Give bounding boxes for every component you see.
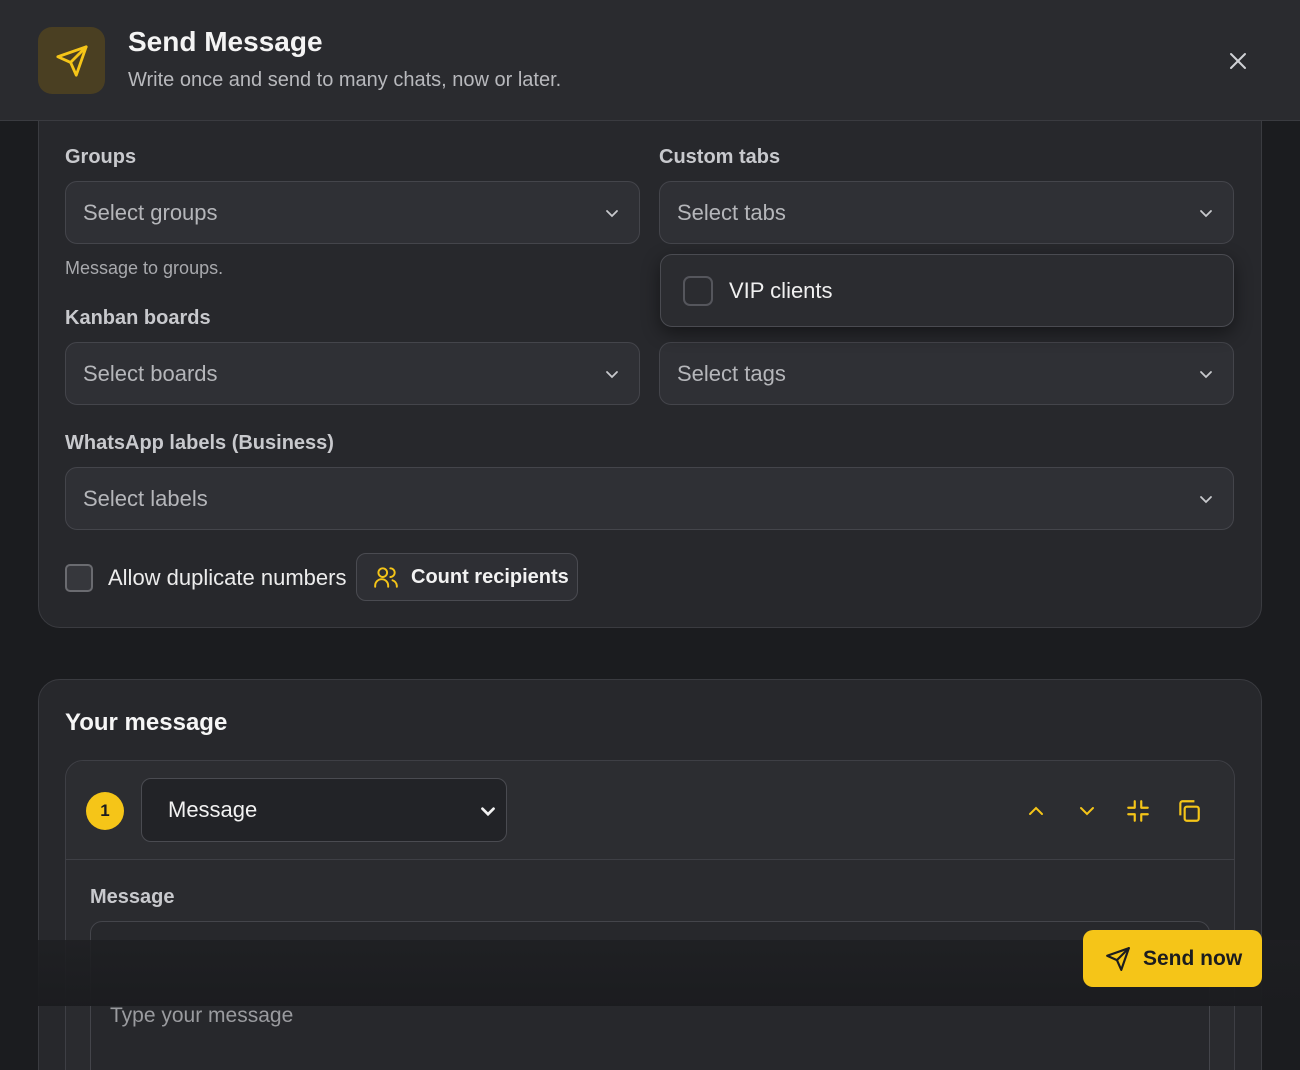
send-icon-box <box>38 27 105 94</box>
copy-icon <box>1179 800 1200 822</box>
send-icon <box>55 44 88 77</box>
tags-select-placeholder: Select tags <box>677 360 786 386</box>
kanban-boards-label: Kanban boards <box>65 307 211 329</box>
groups-select-placeholder: Select groups <box>83 199 218 225</box>
chevron-down-icon <box>1200 371 1212 379</box>
custom-tabs-dropdown: VIP clients <box>660 254 1234 327</box>
step-number-badge: 1 <box>86 792 124 830</box>
dropdown-option-vip-clients[interactable]: VIP clients <box>729 278 833 304</box>
chevron-up-icon <box>1029 806 1043 815</box>
dialog-subtitle: Write once and send to many chats, now o… <box>128 69 562 91</box>
chevron-down-icon <box>481 807 495 817</box>
allow-duplicates-checkbox[interactable] <box>65 564 93 592</box>
custom-tabs-select[interactable]: Select tabs <box>659 181 1234 244</box>
dialog-title: Send Message <box>128 26 323 57</box>
send-now-label: Send now <box>1143 946 1243 970</box>
groups-label: Groups <box>65 146 137 168</box>
chevron-down-icon <box>1200 496 1212 504</box>
tags-select[interactable]: Select tags <box>659 342 1234 405</box>
count-recipients-label: Count recipients <box>411 565 569 588</box>
send-icon <box>1106 946 1130 971</box>
kanban-boards-select[interactable]: Select boards <box>65 342 640 405</box>
whatsapp-labels-select[interactable]: Select labels <box>65 467 1234 530</box>
count-recipients-button[interactable]: Count recipients <box>356 553 578 601</box>
message-type-select[interactable]: Message <box>141 778 507 842</box>
duplicate-button[interactable] <box>1174 796 1204 826</box>
groups-helper-text: Message to groups. <box>65 258 224 278</box>
minimize-icon <box>1127 800 1149 822</box>
send-now-button[interactable]: Send now <box>1083 930 1262 987</box>
users-icon <box>374 567 398 588</box>
message-card-title: Your message <box>65 709 228 736</box>
kanban-boards-select-placeholder: Select boards <box>83 360 218 386</box>
chevron-down-icon <box>606 371 618 379</box>
vip-clients-checkbox[interactable] <box>683 275 713 306</box>
custom-tabs-label: Custom tabs <box>659 146 781 168</box>
groups-select[interactable]: Select groups <box>65 181 640 244</box>
chevron-down-icon <box>606 210 618 218</box>
move-up-button[interactable] <box>1021 796 1051 826</box>
whatsapp-labels-select-placeholder: Select labels <box>83 485 208 511</box>
close-button[interactable] <box>1222 45 1254 77</box>
close-icon <box>1230 53 1246 69</box>
allow-duplicates-label[interactable]: Allow duplicate numbers <box>108 565 346 591</box>
chevron-down-icon <box>1200 210 1212 218</box>
message-placeholder: Type your message <box>110 1004 294 1027</box>
custom-tabs-select-placeholder: Select tabs <box>677 199 786 225</box>
chevron-down-icon <box>1080 807 1094 816</box>
move-down-button[interactable] <box>1072 796 1102 826</box>
collapse-button[interactable] <box>1123 796 1153 826</box>
whatsapp-labels-label: WhatsApp labels (Business) <box>65 432 334 454</box>
dialog-header: Send Message Write once and send to many… <box>0 0 1300 121</box>
message-field-label: Message <box>90 886 175 908</box>
message-type-value: Message <box>168 797 258 822</box>
